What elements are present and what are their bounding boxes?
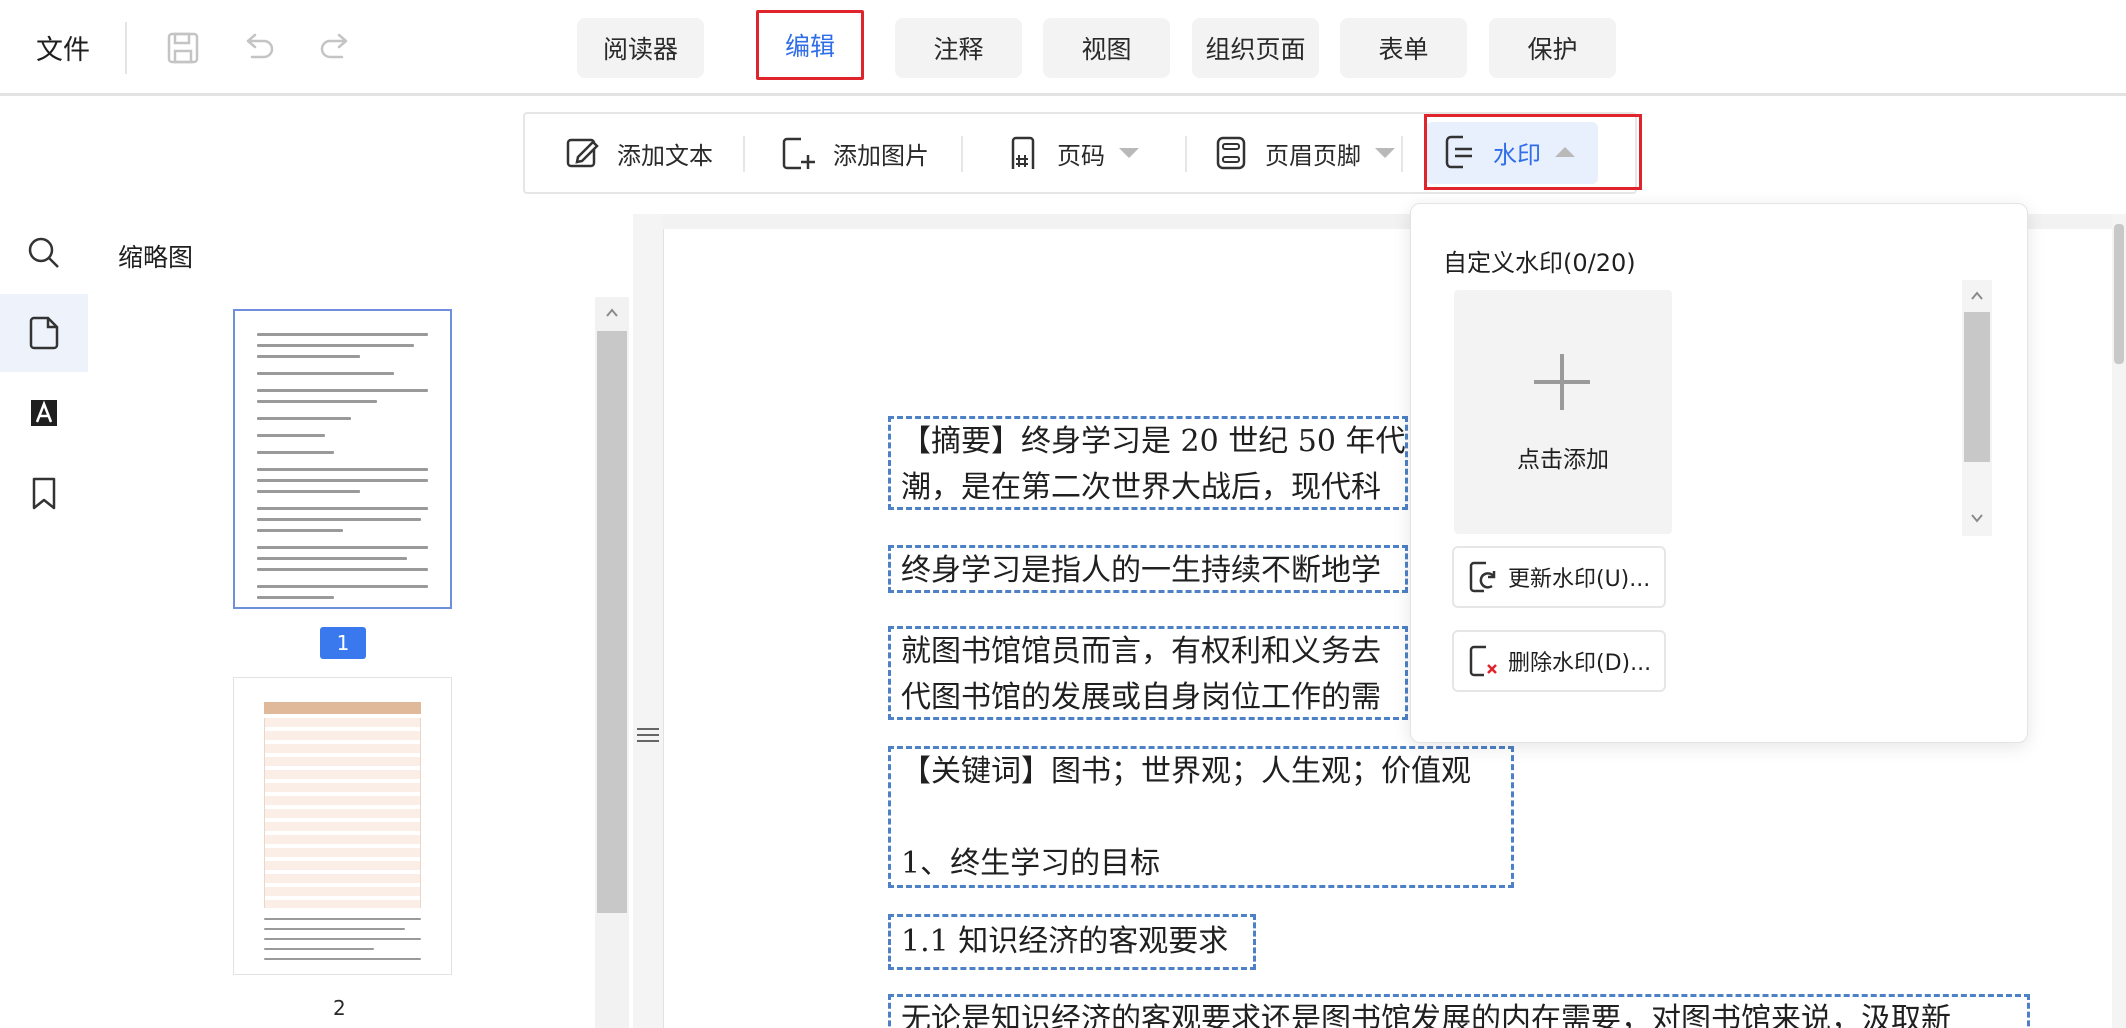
header-footer-label: 页眉页脚 xyxy=(1265,141,1361,170)
panel-splitter[interactable] xyxy=(633,214,663,1028)
search-icon[interactable] xyxy=(0,214,88,292)
chevron-down-icon xyxy=(1375,148,1395,158)
add-text-icon xyxy=(566,138,599,168)
thumbnail-scrollbar[interactable] xyxy=(595,297,629,1028)
text-line: 1.1 知识经济的客观要求 xyxy=(901,924,1229,959)
tab-organize-pages[interactable]: 组织页面 xyxy=(1192,18,1319,78)
text-line: 无论是知识经济的客观要求还是图书馆发展的内在需要，对图书馆来说，汲取新 xyxy=(901,1002,1951,1028)
scrollbar-thumb[interactable] xyxy=(1964,312,1990,462)
toolbar-divider xyxy=(961,136,963,172)
text-block[interactable]: 终身学习是指人的一生持续不断地学 xyxy=(888,545,1408,593)
page-thumbnail-icon[interactable] xyxy=(0,294,88,372)
text-block[interactable]: 就图书馆馆员而言，有权利和义务去 代图书馆的发展或自身岗位工作的需 xyxy=(888,626,1408,720)
add-image-button[interactable]: 添加图片 xyxy=(779,114,929,192)
delete-watermark-button[interactable]: 删除水印(D)... xyxy=(1452,630,1666,692)
save-icon[interactable] xyxy=(162,27,204,69)
header-footer-button[interactable]: 页眉页脚 xyxy=(1211,114,1395,192)
toolbar-divider xyxy=(1185,136,1187,172)
bookmark-icon[interactable] xyxy=(0,454,88,532)
text-block[interactable]: 【关键词】图书；世界观；人生观；价值观 1、终生学习的目标 xyxy=(888,746,1514,888)
page-number-button[interactable]: 页码 xyxy=(1003,114,1139,192)
toolbar-divider xyxy=(1401,136,1403,172)
undo-icon[interactable] xyxy=(238,27,280,69)
left-rail xyxy=(0,214,88,1028)
page-number-icon xyxy=(1011,136,1035,169)
document-scrollbar[interactable] xyxy=(2112,214,2126,1028)
watermark-icon xyxy=(1445,135,1472,169)
menu-divider xyxy=(125,22,127,74)
text-block[interactable]: 【摘要】终身学习是 20 世纪 50 年代 潮，是在第二次世界大战后，现代科 xyxy=(888,416,1408,510)
add-image-icon xyxy=(782,137,815,170)
text-line: 终身学习是指人的一生持续不断地学 xyxy=(901,553,1381,588)
custom-watermark-title: 自定义水印(0/20) xyxy=(1443,249,1636,277)
tab-protect[interactable]: 保护 xyxy=(1489,18,1616,78)
drag-handle-icon[interactable] xyxy=(635,722,661,748)
add-watermark-tile[interactable] xyxy=(1454,290,1672,534)
text-line: 就图书馆馆员而言，有权利和义务去 xyxy=(901,634,1381,669)
chevron-down-icon[interactable] xyxy=(1969,510,1985,526)
add-text-button[interactable]: 添加文本 xyxy=(563,114,713,192)
delete-watermark-label: 删除水印(D)... xyxy=(1508,651,1652,676)
header-footer-icon xyxy=(1216,136,1246,170)
update-watermark-label: 更新水印(U)... xyxy=(1508,567,1651,592)
text-block[interactable]: 1.1 知识经济的客观要求 xyxy=(888,914,1256,970)
add-text-label: 添加文本 xyxy=(617,141,713,170)
page-number-badge: 1 xyxy=(320,627,366,659)
chevron-up-icon[interactable] xyxy=(1969,288,1985,304)
toolbar-divider xyxy=(743,136,745,172)
watermark-list-scrollbar[interactable] xyxy=(1962,280,1992,536)
page-number-label: 页码 xyxy=(1057,141,1105,170)
add-watermark-label: 点击添加 xyxy=(1517,447,1609,473)
delete-watermark-icon xyxy=(1469,645,1497,677)
tab-reader[interactable]: 阅读器 xyxy=(577,18,704,78)
tab-annotate[interactable]: 注释 xyxy=(895,18,1022,78)
watermark-label: 水印 xyxy=(1493,140,1541,169)
chevron-up-icon xyxy=(1555,147,1575,157)
tab-forms[interactable]: 表单 xyxy=(1340,18,1467,78)
text-line: 【摘要】终身学习是 20 世纪 50 年代 xyxy=(901,424,1406,459)
page-thumbnail-2[interactable] xyxy=(233,677,452,975)
font-icon[interactable] xyxy=(0,374,88,452)
page-thumbnail-1[interactable] xyxy=(233,309,452,609)
add-image-label: 添加图片 xyxy=(833,141,929,170)
top-menu-bar: 文件 阅读器 编辑 注释 视图 组织页面 表单 保护 xyxy=(0,0,2126,96)
text-line: 【关键词】图书；世界观；人生观；价值观 xyxy=(901,754,1471,789)
thumbnail-panel-title: 缩略图 xyxy=(118,243,194,272)
page-number-label: 2 xyxy=(333,996,346,1020)
update-watermark-icon xyxy=(1469,561,1496,593)
update-watermark-button[interactable]: 更新水印(U)... xyxy=(1452,546,1666,608)
redo-icon[interactable] xyxy=(314,27,356,69)
file-menu[interactable]: 文件 xyxy=(36,28,90,67)
chevron-down-icon xyxy=(1119,148,1139,158)
plus-icon xyxy=(1534,354,1590,410)
scrollbar-thumb[interactable] xyxy=(2114,224,2124,364)
scrollbar-thumb[interactable] xyxy=(597,331,627,913)
text-line: 代图书馆的发展或自身岗位工作的需 xyxy=(901,680,1381,715)
watermark-button[interactable]: 水印 xyxy=(1424,114,1642,190)
chevron-up-icon[interactable] xyxy=(604,305,620,321)
tab-edit[interactable]: 编辑 xyxy=(756,10,864,80)
text-line: 1、终生学习的目标 xyxy=(901,846,1161,881)
tab-view[interactable]: 视图 xyxy=(1043,18,1170,78)
text-block[interactable]: 无论是知识经济的客观要求还是图书馆发展的内在需要，对图书馆来说，汲取新 xyxy=(888,994,2030,1028)
text-line: 潮，是在第二次世界大战后，现代科 xyxy=(901,470,1381,505)
